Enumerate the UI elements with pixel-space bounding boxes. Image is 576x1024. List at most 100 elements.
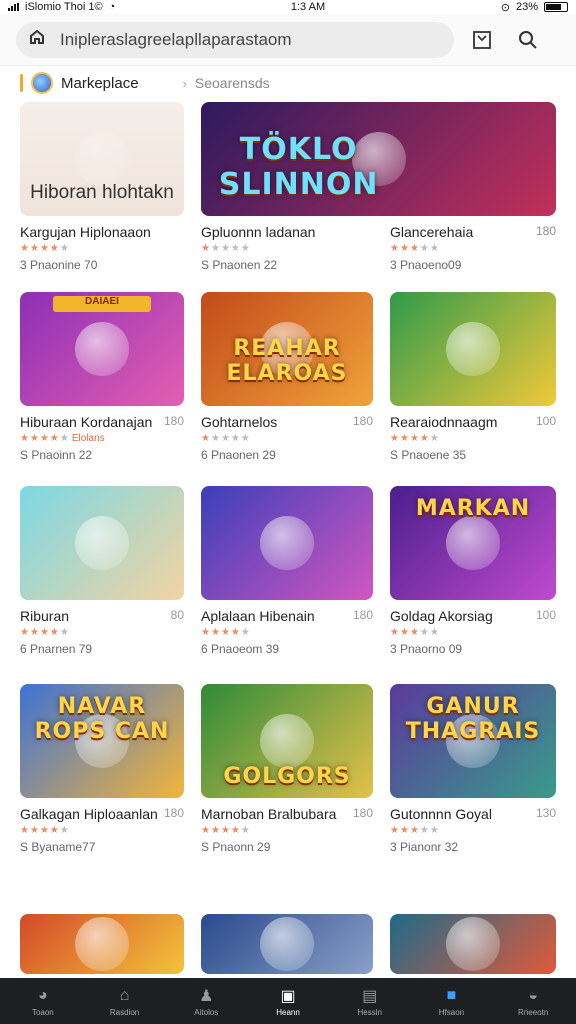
game-thumbnail[interactable]: Hiboran hlohtakn	[20, 102, 184, 216]
game-meta: 6 Pnarnen 79	[20, 642, 93, 656]
game-title[interactable]: Gutonnnn Goyal 130	[390, 806, 556, 822]
game-meta: S Byaname77	[20, 840, 96, 854]
wifi-icon: ◔	[108, 1, 116, 13]
game-thumbnail[interactable]	[201, 914, 373, 974]
rating-stars: ★★★★★	[20, 243, 70, 254]
game-thumbnail[interactable]: MARKAN	[390, 486, 556, 600]
nav-item-rasdion[interactable]: ⌂ Rasdion	[84, 986, 166, 1017]
game-card[interactable]	[201, 914, 373, 974]
game-card[interactable]: NAVAR ROPS CAN Galkagan Hiploaanlan 180 ★★★…	[20, 684, 184, 854]
rating-stars: ★★★★★ Elolans	[20, 433, 105, 444]
rating-stars: ★★★★★	[390, 825, 440, 836]
person-icon: ♟	[199, 987, 214, 1005]
breadcrumb-subtitle[interactable]: Seoarensds	[195, 75, 270, 91]
rating-extra: Elolans	[71, 433, 105, 444]
nav-item-hfsaon[interactable]: ■ Hfsaon	[411, 986, 493, 1017]
address-bar[interactable]: Inipleraslagreelapllaparastaom	[16, 21, 454, 58]
breadcrumb: Markeplace › Seoarensds	[0, 66, 576, 100]
game-card[interactable]: Rearaiodnnaagm 100 ★★★★★ S Pnaoene 35	[390, 292, 556, 462]
game-thumbnail[interactable]: GOLGORS	[201, 684, 373, 798]
game-card[interactable]: Hiboran hlohtakn Kargujan Hiplonaaon ★★★★★…	[20, 102, 184, 272]
game-count: 100	[535, 608, 556, 622]
game-thumbnail[interactable]: DAIAEI	[20, 292, 184, 406]
game-thumbnail[interactable]	[20, 914, 184, 974]
game-card[interactable]: MARKAN Goldag Akorsiag 100 ★★★★★ 3 Pnaorno 0…	[390, 486, 556, 656]
game-title[interactable]: Glancerehaia 130	[390, 224, 556, 240]
game-name: Goldag Akorsiag	[390, 608, 493, 624]
tabs-icon	[473, 30, 491, 49]
game-card[interactable]: DAIAEI Hiburaan Kordanajan 180 ★★★★★ Elolans…	[20, 292, 184, 462]
nav-label: Rneeotn	[518, 1007, 549, 1017]
url-text[interactable]: Inipleraslagreelapllaparastaom	[60, 30, 292, 50]
nav-item-heann[interactable]: ▣ Heann	[247, 986, 329, 1017]
store-icon: ▣	[280, 987, 296, 1005]
home-icon: ⌂	[119, 986, 130, 1004]
nav-label: Toaon	[31, 1007, 54, 1017]
game-card[interactable]: Riburan 80 ★★★★★ 6 Pnarnen 79	[20, 486, 184, 656]
game-card[interactable]: Glancerehaia 130 ★★★★★ 3 Pnaoeno09	[390, 216, 556, 272]
game-card[interactable]: REAHAR ELAROAS Gohtarnelos 180 ★★★★★ 6 Pnaon…	[201, 292, 373, 462]
character-art	[75, 917, 129, 971]
controller-icon: ◒	[528, 986, 538, 1004]
game-count: 180	[163, 414, 184, 428]
game-title[interactable]: Hiburaan Kordanajan 180	[20, 414, 184, 430]
game-count: 80	[170, 608, 184, 622]
game-count: 180	[352, 806, 373, 820]
game-thumbnail[interactable]: GANUR THAGRAIS	[390, 684, 556, 798]
status-right: ⊙ 23%	[501, 1, 568, 14]
game-thumbnail[interactable]	[201, 486, 373, 600]
game-name: Glancerehaia	[390, 224, 474, 240]
game-title[interactable]: Galkagan Hiploaanlan 180	[20, 806, 184, 822]
nav-item-rneeotn[interactable]: ◒ Rneeotn	[492, 986, 574, 1017]
game-meta: S Pnaoene 35	[390, 448, 467, 462]
game-card[interactable]: GOLGORS Marnoban Bralbubara 180 ★★★★★ S Pnao…	[201, 684, 373, 854]
game-title[interactable]: Rearaiodnnaagm 100	[390, 414, 556, 430]
game-name: Riburan	[20, 608, 70, 624]
rating-stars: ★★★★★	[201, 433, 251, 444]
game-title[interactable]: Marnoban Bralbubara 180	[201, 806, 373, 822]
game-thumbnail[interactable]	[20, 486, 184, 600]
thumbnail-title: REAHAR ELAROAS	[226, 336, 348, 386]
tabs-button[interactable]	[464, 22, 500, 58]
thumbnail-badge: DAIAEI	[52, 296, 152, 312]
thumbnail-title: NAVAR ROPS CAN	[34, 694, 170, 744]
bottom-navigation: ◕ Toaon ⌂ Rasdion ♟ Aitolos ▣ Heann ▤ Hessln ■ Hfsa…	[0, 978, 576, 1024]
game-title[interactable]: Riburan 80	[20, 608, 184, 624]
game-card[interactable]: GANUR THAGRAIS Gutonnnn Goyal 130 ★★★★★ 3 Pi…	[390, 684, 556, 854]
nav-item-aitolos[interactable]: ♟ Aitolos	[165, 986, 247, 1017]
game-thumbnail[interactable]	[390, 914, 556, 974]
game-count: 180	[352, 608, 373, 622]
character-art	[446, 516, 500, 570]
nav-item-hessln[interactable]: ▤ Hessln	[329, 986, 411, 1017]
thumbnail-caption: Hiboran hlohtakn	[30, 182, 174, 203]
rating-stars: ★★★★★	[20, 627, 70, 638]
game-thumbnail[interactable]: TÖKLO SLINNON	[201, 102, 556, 216]
game-name: Galkagan Hiploaanlan	[20, 806, 158, 822]
game-meta: S Pnaonn 29	[201, 840, 271, 854]
game-name: Aplalaan Hibenain	[201, 608, 315, 624]
character-art	[260, 516, 314, 570]
game-meta: 3 Pnaonine 70	[20, 258, 98, 272]
status-left: iSlomio Thoi 1© ◔	[8, 1, 115, 13]
game-title[interactable]: Goldag Akorsiag 100	[390, 608, 556, 624]
nav-item-toaon[interactable]: ◕ Toaon	[2, 986, 84, 1017]
library-icon: ▤	[362, 987, 378, 1005]
game-title[interactable]: Kargujan Hiplonaaon	[20, 224, 184, 240]
game-thumbnail[interactable]: REAHAR ELAROAS	[201, 292, 373, 406]
game-thumbnail[interactable]: NAVAR ROPS CAN	[20, 684, 184, 798]
clock: 1:3 AM	[290, 1, 326, 13]
game-card[interactable]	[390, 914, 556, 974]
game-title[interactable]: Gohtarnelos 180	[201, 414, 373, 430]
game-thumbnail[interactable]	[390, 292, 556, 406]
search-button[interactable]	[510, 22, 546, 58]
signal-icon	[8, 3, 19, 11]
game-title[interactable]: Aplalaan Hibenain 180	[201, 608, 373, 624]
rating-stars: ★★★★★	[390, 433, 440, 444]
game-card[interactable]: Aplalaan Hibenain 180 ★★★★★ 6 Pnaoeom 39	[201, 486, 373, 656]
location-icon: ⊙	[500, 1, 510, 14]
home-icon[interactable]	[28, 28, 46, 51]
page-title[interactable]: Markeplace	[61, 75, 139, 92]
game-card[interactable]	[20, 914, 184, 974]
character-art	[446, 322, 500, 376]
character-art	[260, 714, 314, 768]
